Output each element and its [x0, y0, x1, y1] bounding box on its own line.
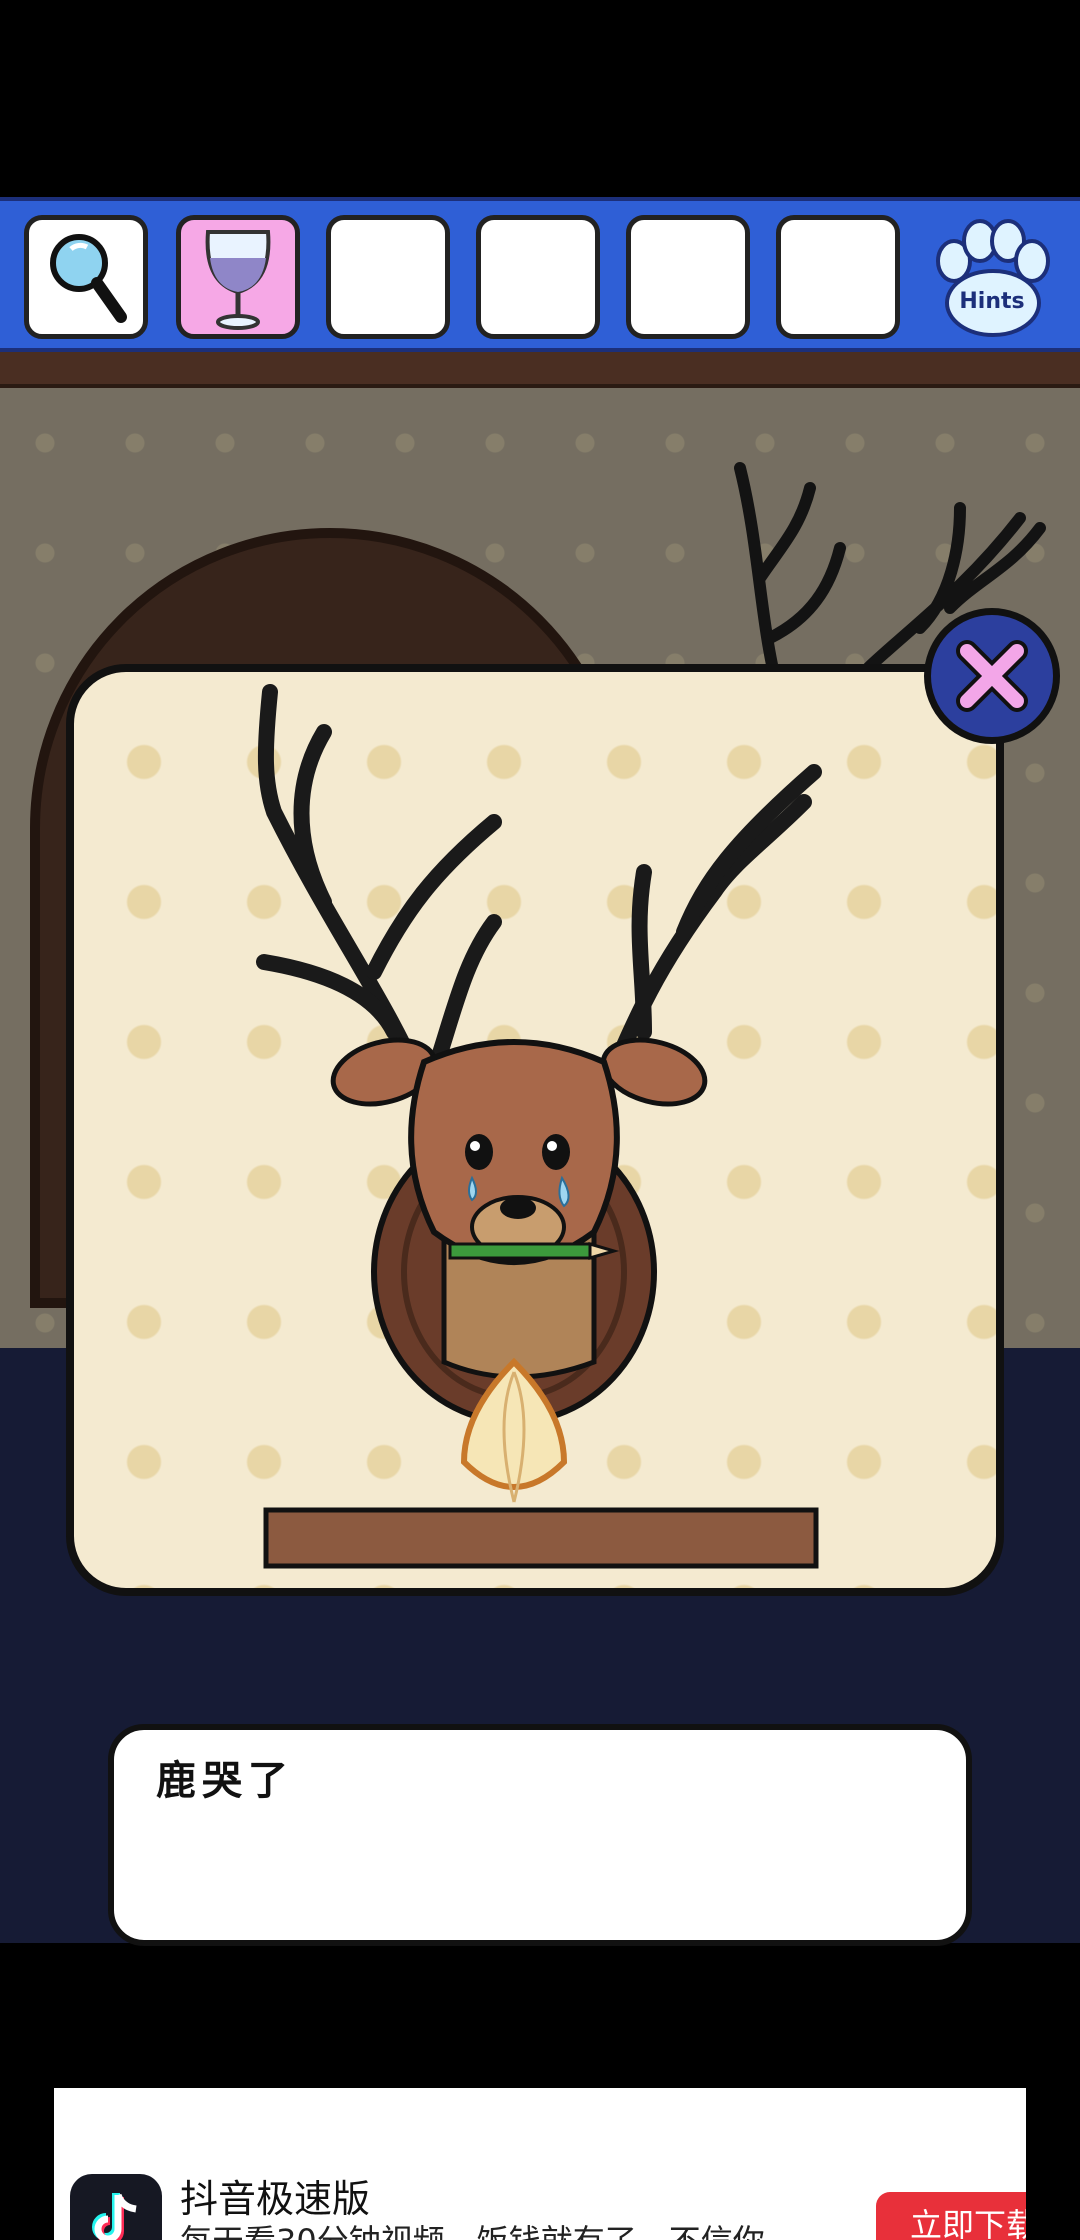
tiktok-app-icon[interactable]	[70, 2174, 162, 2240]
antlers-icon	[256, 684, 822, 1100]
wine-glass-icon	[205, 230, 271, 330]
ad-app-name: 抖音极速版	[180, 2177, 371, 2221]
inventory-slot-magnifier[interactable]	[24, 215, 148, 339]
ad-banner[interactable]: 抖音极速版 每天看30分钟视频，饭钱就有了，不信你 立即下载	[54, 2088, 1026, 2240]
inventory-slot-empty[interactable]	[326, 215, 450, 339]
zoom-view-panel	[66, 664, 1004, 1596]
crying-deer-trophy[interactable]	[74, 672, 996, 1588]
dialog-box[interactable]: 鹿哭了	[108, 1724, 972, 1946]
inventory-slot-empty[interactable]	[626, 215, 750, 339]
inventory-bar: Hints	[0, 197, 1080, 352]
wood-trim	[0, 352, 1080, 388]
close-icon	[956, 640, 1028, 712]
ad-subtitle: 每天看30分钟视频，饭钱就有了，不信你	[180, 2216, 765, 2240]
inventory-slot-empty[interactable]	[476, 215, 600, 339]
dialog-text: 鹿哭了	[156, 1758, 294, 1804]
inventory-slot-empty[interactable]	[776, 215, 900, 339]
paw-icon	[936, 219, 1050, 337]
hints-button[interactable]: Hints	[924, 217, 1060, 341]
inventory-slot-wine-glass[interactable]	[176, 215, 300, 339]
magnifying-glass-icon	[50, 234, 127, 323]
close-button[interactable]	[924, 608, 1060, 744]
wooden-shelf	[263, 1507, 819, 1569]
download-now-button[interactable]: 立即下载	[876, 2192, 1026, 2240]
pencil-icon	[448, 1242, 620, 1260]
music-note-icon	[92, 2193, 137, 2240]
hints-label: Hints	[959, 289, 1025, 314]
